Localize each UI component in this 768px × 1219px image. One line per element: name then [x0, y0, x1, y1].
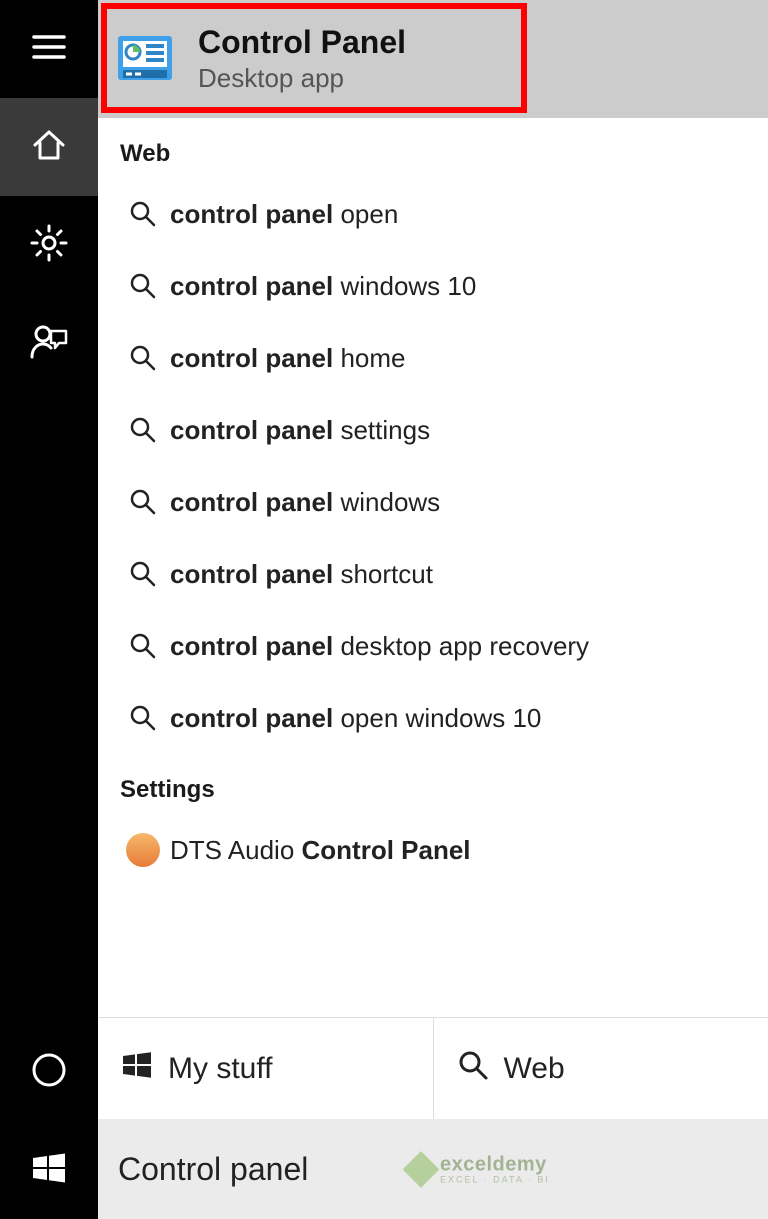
web-result-item[interactable]: control panel shortcut	[98, 538, 768, 610]
web-section-label: Web	[98, 118, 768, 178]
best-match-result[interactable]: Control Panel Desktop app	[98, 0, 768, 118]
web-result-item[interactable]: control panel windows	[98, 466, 768, 538]
watermark-tagline: EXCEL · DATA · BI	[440, 1175, 550, 1185]
web-result-item[interactable]: control panel desktop app recovery	[98, 610, 768, 682]
dts-audio-icon	[120, 833, 166, 867]
cortana-button[interactable]	[0, 1023, 98, 1121]
result-text: control panel home	[170, 343, 406, 374]
result-text: control panel desktop app recovery	[170, 631, 589, 662]
web-tab-label: Web	[504, 1052, 565, 1086]
settings-section-label: Settings	[98, 754, 768, 814]
web-result-item[interactable]: control panel windows 10	[98, 250, 768, 322]
home-icon	[29, 125, 69, 170]
control-panel-icon	[116, 30, 174, 88]
start-sidebar	[0, 0, 98, 1219]
result-text: control panel shortcut	[170, 559, 433, 590]
search-icon	[120, 631, 166, 661]
windows-start-button[interactable]	[0, 1121, 98, 1219]
result-text: control panel windows	[170, 487, 440, 518]
best-match-subtitle: Desktop app	[198, 63, 406, 94]
watermark-logo-icon	[403, 1151, 440, 1188]
web-tab[interactable]: Web	[433, 1018, 768, 1119]
windows-logo-icon	[29, 1148, 69, 1193]
search-scope-tabs: My stuff Web	[98, 1017, 768, 1119]
search-icon	[120, 415, 166, 445]
hamburger-menu-button[interactable]	[0, 0, 98, 98]
gear-icon	[29, 223, 69, 268]
hamburger-icon	[29, 27, 69, 72]
search-icon	[120, 343, 166, 373]
result-text: DTS Audio Control Panel	[170, 835, 471, 866]
watermark-brand: exceldemy	[440, 1154, 550, 1177]
search-input-row: exceldemy EXCEL · DATA · BI	[98, 1119, 768, 1219]
windows-small-icon	[120, 1048, 168, 1090]
watermark: exceldemy EXCEL · DATA · BI	[408, 1154, 550, 1185]
result-text: control panel windows 10	[170, 271, 476, 302]
search-icon	[120, 199, 166, 229]
search-icon	[456, 1048, 504, 1090]
mystuff-tab-label: My stuff	[168, 1052, 272, 1086]
web-result-item[interactable]: control panel settings	[98, 394, 768, 466]
web-result-item[interactable]: control panel open windows 10	[98, 682, 768, 754]
feedback-button[interactable]	[0, 294, 98, 392]
search-results-panel: Control Panel Desktop app Web control pa…	[98, 0, 768, 1219]
web-result-item[interactable]: control panel home	[98, 322, 768, 394]
search-icon	[120, 559, 166, 589]
web-result-item[interactable]: control panel open	[98, 178, 768, 250]
mystuff-tab[interactable]: My stuff	[98, 1018, 433, 1119]
cortana-circle-icon	[29, 1050, 69, 1095]
settings-result-item[interactable]: DTS Audio Control Panel	[98, 814, 768, 886]
best-match-title: Control Panel	[198, 24, 406, 61]
settings-button[interactable]	[0, 196, 98, 294]
search-icon	[120, 703, 166, 733]
search-icon	[120, 487, 166, 517]
search-icon	[120, 271, 166, 301]
result-text: control panel open windows 10	[170, 703, 541, 734]
home-button[interactable]	[0, 98, 98, 196]
result-text: control panel open	[170, 199, 398, 230]
result-text: control panel settings	[170, 415, 430, 446]
feedback-person-icon	[29, 321, 69, 366]
